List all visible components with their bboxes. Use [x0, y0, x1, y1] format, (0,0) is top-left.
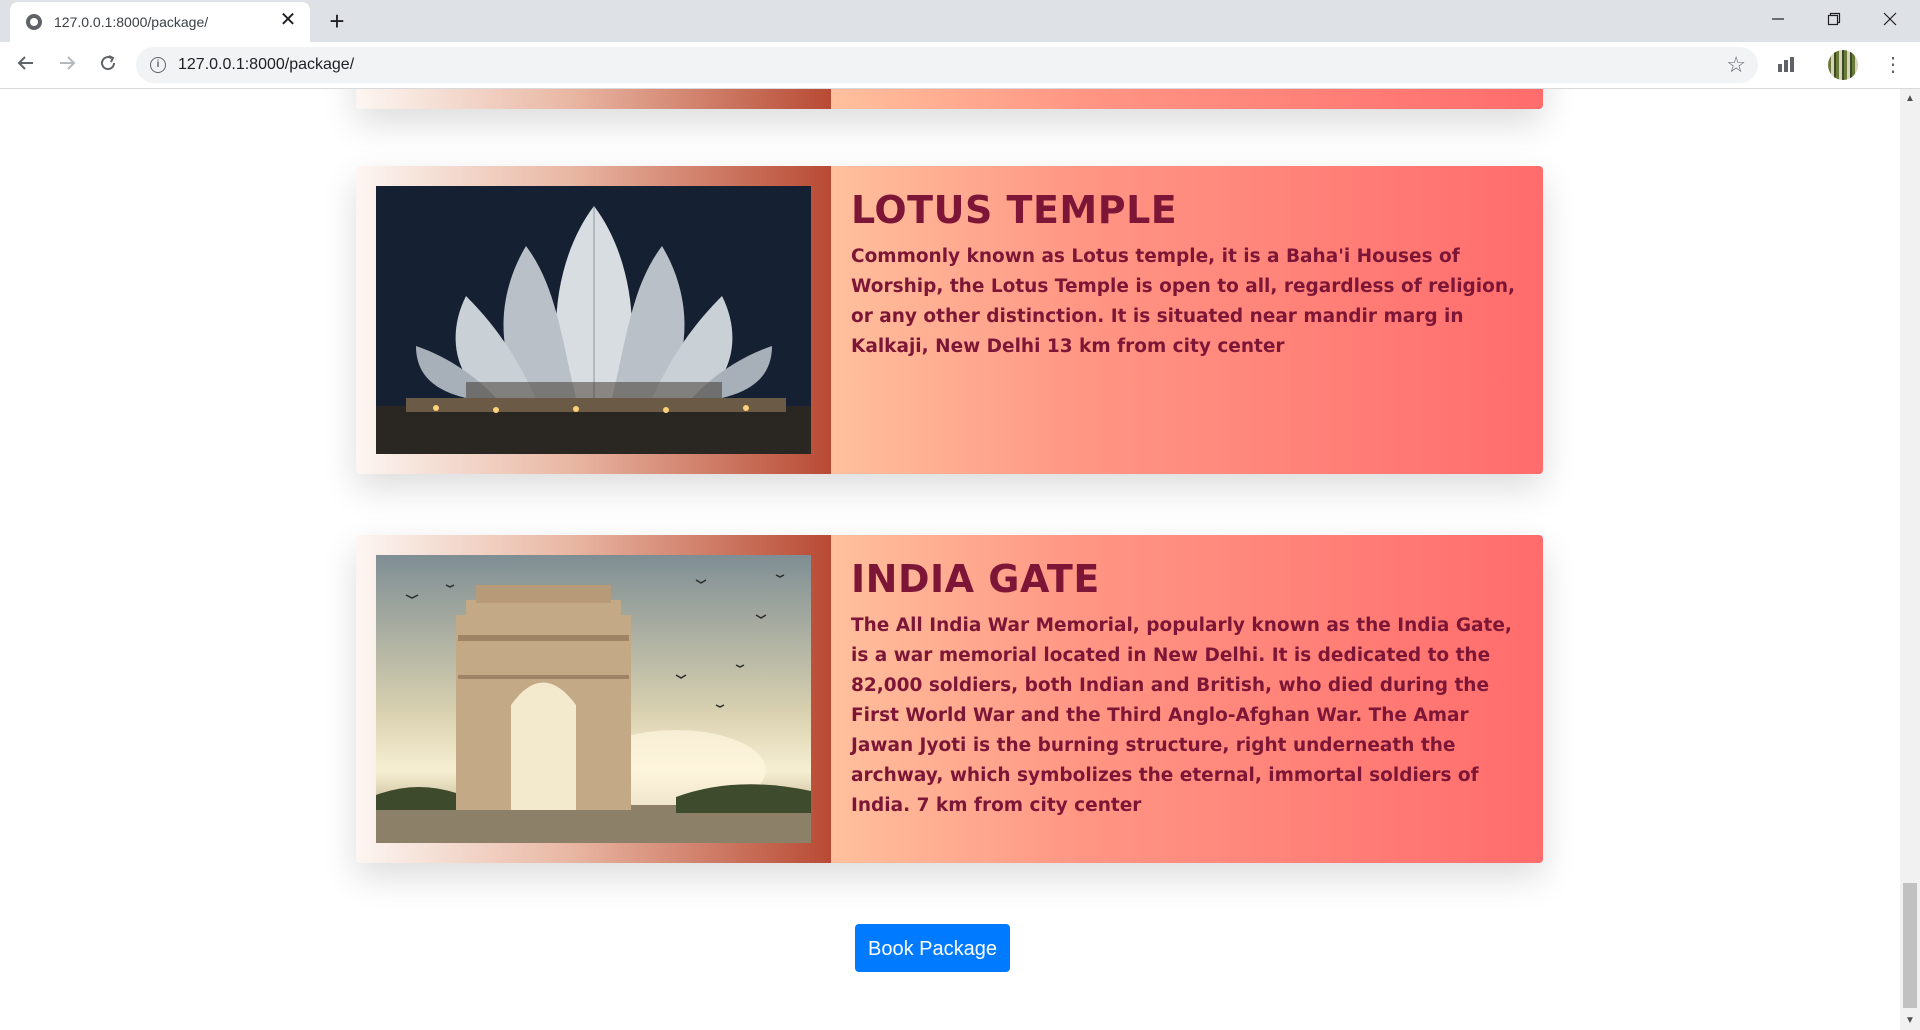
scrollbar-thumb[interactable] [1903, 883, 1917, 1008]
forward-arrow-icon[interactable] [51, 49, 83, 81]
back-arrow-icon[interactable] [10, 49, 42, 81]
menu-kebab-icon[interactable]: ⋮ [1878, 50, 1908, 80]
package-card-india-gate: INDIA GATE The All India War Memorial, p… [356, 535, 1543, 863]
card-text-panel: INDIA GATE The All India War Memorial, p… [831, 535, 1543, 863]
book-package-button[interactable]: Book Package [855, 924, 1010, 972]
browser-toolbar: i 127.0.0.1:8000/package/ ☆ ⋮ [0, 42, 1920, 89]
restore-icon[interactable] [1806, 0, 1862, 40]
minimize-icon[interactable] [1750, 0, 1806, 40]
card-text-panel: LOTUS TEMPLE Commonly known as Lotus tem… [831, 166, 1543, 474]
card-description: The All India War Memorial, popularly kn… [851, 615, 1512, 816]
address-bar[interactable]: i 127.0.0.1:8000/package/ ☆ [136, 47, 1758, 83]
tab-title: 127.0.0.1:8000/package/ [54, 14, 209, 30]
package-card-lotus-temple: LOTUS TEMPLE Commonly known as Lotus tem… [356, 166, 1543, 474]
tab-close-icon[interactable]: ✕ [276, 8, 300, 32]
browser-tab[interactable]: 127.0.0.1:8000/package/ ✕ [10, 2, 310, 42]
extension-icon[interactable] [1776, 54, 1798, 76]
lotus-temple-photo [376, 186, 811, 454]
reload-icon[interactable] [92, 49, 124, 81]
previous-card-edge [356, 89, 1543, 109]
bookmark-star-icon[interactable]: ☆ [1726, 52, 1746, 78]
info-icon[interactable]: i [150, 57, 166, 73]
card-image-panel [356, 166, 831, 474]
card-title: INDIA GATE [851, 557, 1100, 601]
india-gate-photo [376, 555, 811, 843]
scroll-down-arrow-icon[interactable]: ▼ [1905, 1015, 1915, 1026]
close-icon[interactable] [1862, 0, 1918, 40]
card-image-panel [356, 535, 831, 863]
card-description: Commonly known as Lotus temple, it is a … [851, 246, 1516, 357]
vertical-scrollbar[interactable]: ▲ ▼ [1900, 89, 1920, 1030]
url-text: 127.0.0.1:8000/package/ [178, 56, 355, 73]
page-viewport: LOTUS TEMPLE Commonly known as Lotus tem… [0, 89, 1900, 1030]
scroll-up-arrow-icon[interactable]: ▲ [1905, 93, 1915, 104]
browser-chrome: 127.0.0.1:8000/package/ ✕ + i 127.0.0.1:… [0, 0, 1920, 89]
card-title: LOTUS TEMPLE [851, 188, 1178, 232]
profile-avatar[interactable] [1828, 50, 1858, 80]
globe-icon [26, 14, 42, 30]
new-tab-button[interactable]: + [322, 6, 352, 36]
